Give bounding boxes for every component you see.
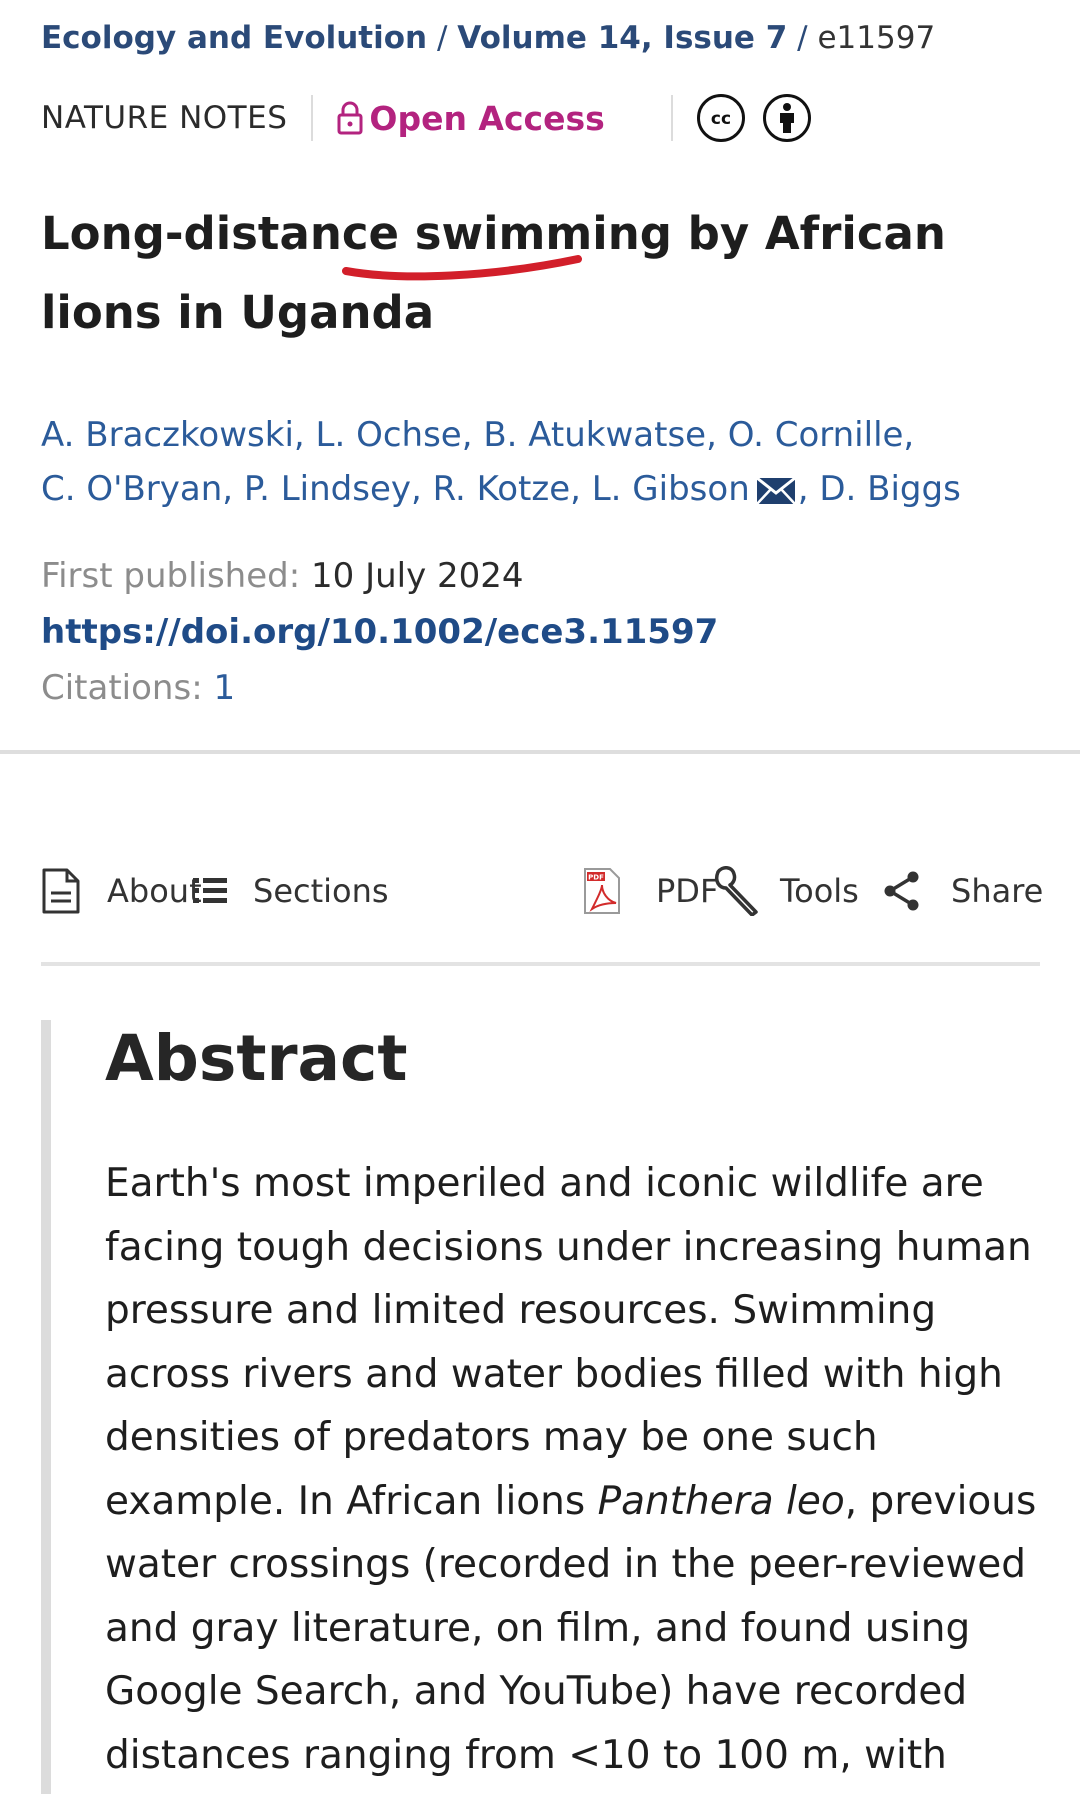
tools-label: Tools [780,872,859,910]
abstract-text: Earth's most imperiled and iconic wildli… [105,1161,1037,1778]
authors-line: C. O'Bryan, P. Lindsey, R. Kotze, L. Gib… [41,469,961,509]
divider [311,95,314,141]
license-icons: cc [696,94,811,142]
doi-link[interactable]: https://doi.org/10.1002/ece3.11597 [41,604,718,660]
svg-text:PDF: PDF [588,874,604,882]
article-id: e11597 [817,20,936,56]
sections-button[interactable]: Sections [193,858,389,924]
publication-info: First published: 10 July 2024 https://do… [41,548,718,716]
sections-label: Sections [253,872,389,910]
toolbar-divider [41,962,1040,966]
about-button[interactable]: About [41,858,202,924]
breadcrumb-separator: / [436,20,448,56]
species-name: Panthera leo [597,1478,845,1524]
publication-date: First published: 10 July 2024 [41,548,718,604]
mail-icon[interactable] [755,476,796,506]
red-underline-annotation [342,255,582,281]
author-list: A. Braczkowski, L. Ochse, B. Atukwatse, … [41,408,1051,516]
tools-button[interactable]: Tools [714,858,859,924]
breadcrumb: Ecology and Evolution / Volume 14, Issue… [41,20,935,56]
pdf-button[interactable]: PDF PDF [582,858,718,924]
svg-text:cc: cc [711,109,731,129]
share-button[interactable]: Share [883,858,1043,924]
document-icon [42,868,80,914]
citations-label: Citations: [41,668,203,708]
open-access-badge: Open Access [337,98,605,138]
article-toolbar: About Sections PDF PDF Tools Share [41,858,1043,924]
published-label: First published: [41,556,301,596]
divider [670,95,673,141]
wrench-icon [714,866,758,916]
article-meta-row: NATURE NOTES Open Access cc [41,94,811,142]
authors-line[interactable]: A. Braczkowski, L. Ochse, B. Atukwatse, … [41,408,1051,462]
pdf-label: PDF [656,872,719,910]
open-access-label: Open Access [369,98,605,138]
published-date: 10 July 2024 [311,556,524,596]
pdf-icon: PDF [584,868,620,914]
citations: Citations: 1 [41,660,718,716]
breadcrumb-separator: / [797,20,808,56]
journal-link[interactable]: Ecology and Evolution [41,20,427,56]
volume-issue-link[interactable]: Volume 14, Issue 7 [457,20,787,56]
abstract-heading: Abstract [105,1022,408,1095]
about-label: About [107,872,202,910]
article-type: NATURE NOTES [41,100,288,136]
open-lock-icon [337,101,363,135]
citations-count[interactable]: 1 [213,668,235,708]
abstract-accent-bar [41,1020,51,1794]
cc-icon[interactable]: cc [696,94,745,142]
share-icon [884,871,919,911]
list-icon [193,878,227,903]
by-attribution-icon[interactable] [762,94,811,142]
share-label: Share [951,872,1044,910]
section-divider [0,750,1080,754]
